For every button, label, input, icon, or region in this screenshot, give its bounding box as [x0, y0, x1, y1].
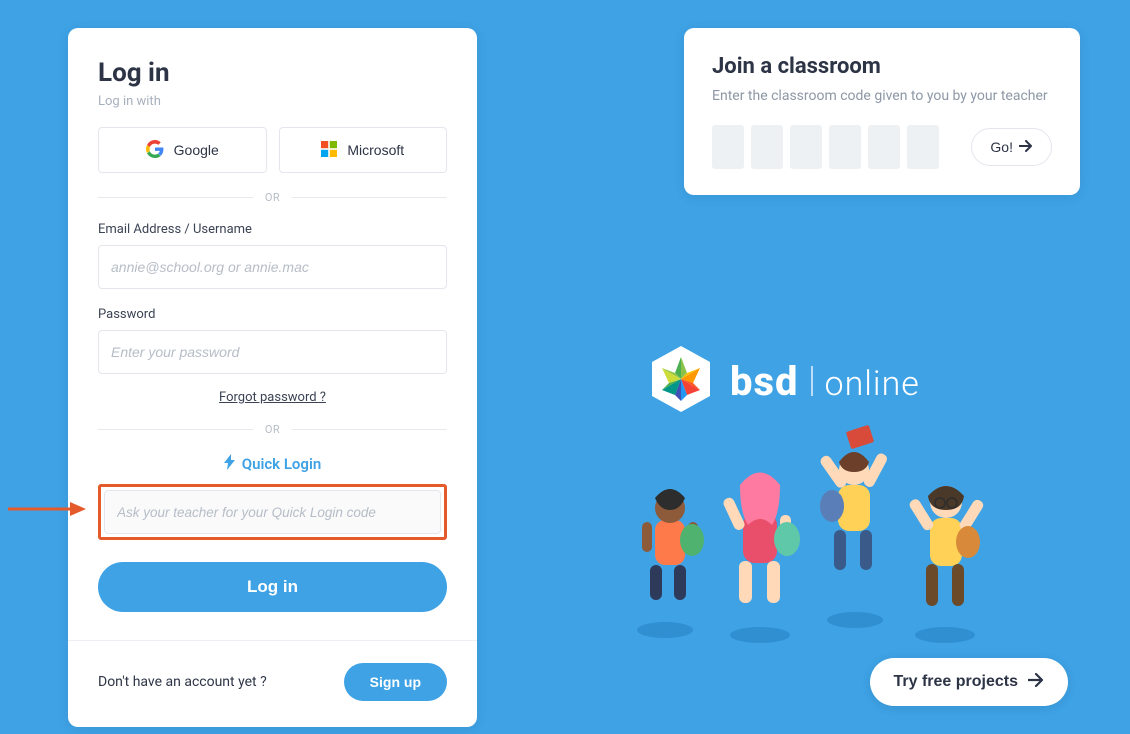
password-label: Password: [98, 307, 447, 322]
microsoft-login-label: Microsoft: [347, 142, 404, 158]
login-subtitle: Log in with: [98, 94, 447, 109]
quick-login-input[interactable]: [104, 490, 441, 534]
email-input[interactable]: [98, 245, 447, 289]
or-divider-2: OR: [98, 423, 447, 436]
join-title: Join a classroom: [712, 54, 1052, 79]
classroom-code-input-1[interactable]: [712, 125, 744, 169]
google-login-label: Google: [174, 142, 219, 158]
login-button[interactable]: Log in: [98, 562, 447, 612]
try-free-projects-button[interactable]: Try free projects: [870, 658, 1069, 706]
go-button-label: Go!: [990, 139, 1013, 155]
google-login-button[interactable]: Google: [98, 127, 267, 173]
quick-login-highlight: [98, 484, 447, 540]
students-illustration: [620, 420, 1000, 650]
signup-bar: Don't have an account yet ? Sign up: [68, 640, 477, 727]
signup-button[interactable]: Sign up: [344, 663, 447, 701]
brand-separator: [811, 366, 813, 396]
email-label: Email Address / Username: [98, 222, 447, 237]
bsd-hex-icon: [650, 344, 712, 418]
arrow-right-icon: [1028, 673, 1044, 692]
try-free-projects-label: Try free projects: [894, 673, 1019, 691]
login-title: Log in: [98, 58, 447, 88]
password-input[interactable]: [98, 330, 447, 374]
join-go-button[interactable]: Go!: [971, 128, 1052, 166]
join-classroom-card: Join a classroom Enter the classroom cod…: [684, 28, 1080, 195]
microsoft-icon: [321, 141, 337, 160]
classroom-code-input-4[interactable]: [829, 125, 861, 169]
classroom-code-input-6[interactable]: [907, 125, 939, 169]
lightning-icon: [224, 454, 236, 474]
login-card: Log in Log in with Google: [68, 28, 477, 727]
classroom-code-input-3[interactable]: [790, 125, 822, 169]
quick-login-heading: Quick Login: [98, 454, 447, 474]
brand-name: bsd: [730, 358, 799, 405]
arrow-right-icon: [1019, 139, 1033, 155]
forgot-password-link[interactable]: Forgot password ?: [219, 390, 326, 405]
microsoft-login-button[interactable]: Microsoft: [279, 127, 448, 173]
annotation-arrow-icon: [8, 501, 86, 517]
brand-logo: bsd online: [650, 344, 920, 418]
classroom-code-input-5[interactable]: [868, 125, 900, 169]
classroom-code-input-2[interactable]: [751, 125, 783, 169]
or-divider: OR: [98, 191, 447, 204]
google-icon: [146, 140, 164, 161]
join-subtitle: Enter the classroom code given to you by…: [712, 87, 1052, 107]
signup-prompt: Don't have an account yet ?: [98, 674, 267, 690]
brand-suffix: online: [825, 364, 920, 404]
